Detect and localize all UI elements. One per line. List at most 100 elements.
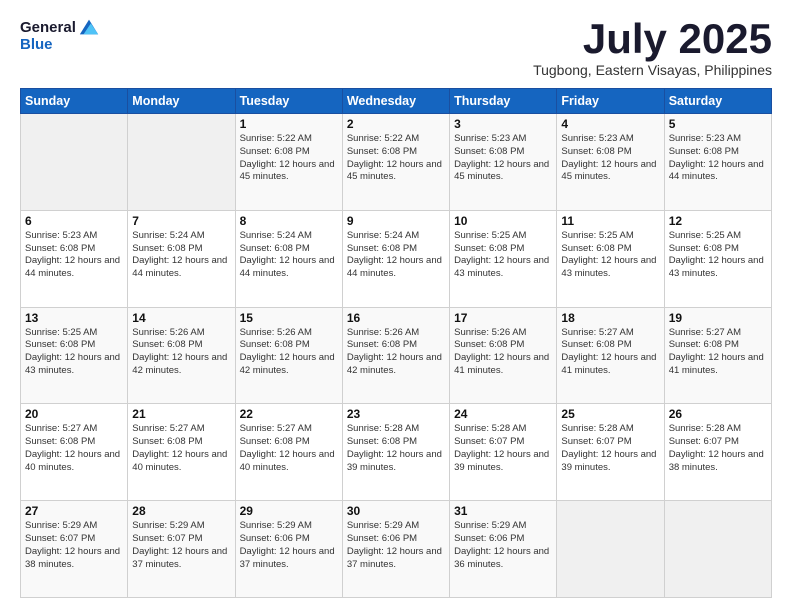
table-row: 11 Sunrise: 5:25 AM Sunset: 6:08 PM Dayli… <box>557 210 664 307</box>
day-info: Sunrise: 5:24 AM Sunset: 6:08 PM Dayligh… <box>240 230 338 281</box>
table-row: 29 Sunrise: 5:29 AM Sunset: 6:06 PM Dayli… <box>235 501 342 598</box>
table-row: 26 Sunrise: 5:28 AM Sunset: 6:07 PM Dayli… <box>664 404 771 501</box>
table-row: 18 Sunrise: 5:27 AM Sunset: 6:08 PM Dayli… <box>557 307 664 404</box>
day-number: 4 <box>561 117 659 131</box>
table-row: 10 Sunrise: 5:25 AM Sunset: 6:08 PM Dayli… <box>450 210 557 307</box>
day-info: Sunrise: 5:28 AM Sunset: 6:07 PM Dayligh… <box>561 423 659 474</box>
day-info: Sunrise: 5:27 AM Sunset: 6:08 PM Dayligh… <box>240 423 338 474</box>
day-number: 14 <box>132 311 230 325</box>
month-title: July 2025 <box>533 18 772 60</box>
day-number: 2 <box>347 117 445 131</box>
table-row: 25 Sunrise: 5:28 AM Sunset: 6:07 PM Dayli… <box>557 404 664 501</box>
day-number: 26 <box>669 407 767 421</box>
table-row: 22 Sunrise: 5:27 AM Sunset: 6:08 PM Dayli… <box>235 404 342 501</box>
table-row: 4Sunrise: 5:23 AM Sunset: 6:08 PM Daylig… <box>557 114 664 211</box>
day-number: 28 <box>132 504 230 518</box>
table-row: 12 Sunrise: 5:25 AM Sunset: 6:08 PM Dayli… <box>664 210 771 307</box>
day-number: 13 <box>25 311 123 325</box>
day-info: Sunrise: 5:26 AM Sunset: 6:08 PM Dayligh… <box>132 327 230 378</box>
table-row <box>557 501 664 598</box>
day-number: 27 <box>25 504 123 518</box>
day-number: 18 <box>561 311 659 325</box>
table-row: 15Sunrise: 5:26 AM Sunset: 6:08 PM Dayli… <box>235 307 342 404</box>
day-info: Sunrise: 5:25 AM Sunset: 6:08 PM Dayligh… <box>561 230 659 281</box>
day-info: Sunrise: 5:22 AM Sunset: 6:08 PM Dayligh… <box>347 133 445 184</box>
col-monday: Monday <box>128 89 235 114</box>
day-number: 8 <box>240 214 338 228</box>
table-row: 19 Sunrise: 5:27 AM Sunset: 6:08 PM Dayli… <box>664 307 771 404</box>
table-row: 27Sunrise: 5:29 AM Sunset: 6:07 PM Dayli… <box>21 501 128 598</box>
day-number: 19 <box>669 311 767 325</box>
calendar-row: 1 Sunrise: 5:22 AM Sunset: 6:08 PM Daylig… <box>21 114 772 211</box>
day-info: Sunrise: 5:22 AM Sunset: 6:08 PM Dayligh… <box>240 133 338 184</box>
day-number: 24 <box>454 407 552 421</box>
day-number: 11 <box>561 214 659 228</box>
col-saturday: Saturday <box>664 89 771 114</box>
location: Tugbong, Eastern Visayas, Philippines <box>533 62 772 78</box>
day-info: Sunrise: 5:27 AM Sunset: 6:08 PM Dayligh… <box>669 327 767 378</box>
table-row: 5Sunrise: 5:23 AM Sunset: 6:08 PM Daylig… <box>664 114 771 211</box>
table-row: 14 Sunrise: 5:26 AM Sunset: 6:08 PM Dayli… <box>128 307 235 404</box>
day-number: 17 <box>454 311 552 325</box>
day-number: 25 <box>561 407 659 421</box>
table-row: 9 Sunrise: 5:24 AM Sunset: 6:08 PM Daylig… <box>342 210 449 307</box>
table-row: 16Sunrise: 5:26 AM Sunset: 6:08 PM Dayli… <box>342 307 449 404</box>
table-row: 17 Sunrise: 5:26 AM Sunset: 6:08 PM Dayli… <box>450 307 557 404</box>
day-number: 29 <box>240 504 338 518</box>
calendar-row: 6Sunrise: 5:23 AM Sunset: 6:08 PM Daylig… <box>21 210 772 307</box>
logo-general-text: General <box>20 19 76 36</box>
logo: General Blue <box>20 18 100 53</box>
day-info: Sunrise: 5:23 AM Sunset: 6:08 PM Dayligh… <box>454 133 552 184</box>
day-info: Sunrise: 5:28 AM Sunset: 6:08 PM Dayligh… <box>347 423 445 474</box>
table-row: 13 Sunrise: 5:25 AM Sunset: 6:08 PM Dayli… <box>21 307 128 404</box>
table-row: 21Sunrise: 5:27 AM Sunset: 6:08 PM Dayli… <box>128 404 235 501</box>
header: General Blue July 2025 Tugbong, Eastern … <box>20 18 772 78</box>
table-row: 2 Sunrise: 5:22 AM Sunset: 6:08 PM Daylig… <box>342 114 449 211</box>
day-info: Sunrise: 5:29 AM Sunset: 6:07 PM Dayligh… <box>132 520 230 571</box>
col-wednesday: Wednesday <box>342 89 449 114</box>
day-number: 10 <box>454 214 552 228</box>
table-row <box>128 114 235 211</box>
table-row: 8 Sunrise: 5:24 AM Sunset: 6:08 PM Daylig… <box>235 210 342 307</box>
day-info: Sunrise: 5:23 AM Sunset: 6:08 PM Dayligh… <box>669 133 767 184</box>
day-number: 22 <box>240 407 338 421</box>
day-info: Sunrise: 5:27 AM Sunset: 6:08 PM Dayligh… <box>132 423 230 474</box>
day-info: Sunrise: 5:25 AM Sunset: 6:08 PM Dayligh… <box>454 230 552 281</box>
day-number: 30 <box>347 504 445 518</box>
day-info: Sunrise: 5:27 AM Sunset: 6:08 PM Dayligh… <box>561 327 659 378</box>
day-info: Sunrise: 5:25 AM Sunset: 6:08 PM Dayligh… <box>669 230 767 281</box>
table-row: 31Sunrise: 5:29 AM Sunset: 6:06 PM Dayli… <box>450 501 557 598</box>
day-number: 9 <box>347 214 445 228</box>
calendar-row: 27 Sunrise: 5:29 AM Sunset: 6:07 PM Dayli… <box>21 501 772 598</box>
col-sunday: Sunday <box>21 89 128 114</box>
table-row: 1 Sunrise: 5:22 AM Sunset: 6:08 PM Daylig… <box>235 114 342 211</box>
logo-blue-text: Blue <box>20 36 100 53</box>
day-number: 12 <box>669 214 767 228</box>
day-number: 16 <box>347 311 445 325</box>
day-info: Sunrise: 5:26 AM Sunset: 6:08 PM Dayligh… <box>454 327 552 378</box>
title-block: July 2025 Tugbong, Eastern Visayas, Phil… <box>533 18 772 78</box>
calendar-row: 13 Sunrise: 5:25 AM Sunset: 6:08 PM Dayli… <box>21 307 772 404</box>
calendar-header-row: Sunday Monday Tuesday Wednesday Thursday… <box>21 89 772 114</box>
day-number: 6 <box>25 214 123 228</box>
col-friday: Friday <box>557 89 664 114</box>
day-number: 1 <box>240 117 338 131</box>
day-info: Sunrise: 5:25 AM Sunset: 6:08 PM Dayligh… <box>25 327 123 378</box>
table-row <box>664 501 771 598</box>
day-number: 23 <box>347 407 445 421</box>
day-info: Sunrise: 5:28 AM Sunset: 6:07 PM Dayligh… <box>454 423 552 474</box>
logo-icon <box>78 16 100 38</box>
table-row: 6Sunrise: 5:23 AM Sunset: 6:08 PM Daylig… <box>21 210 128 307</box>
col-tuesday: Tuesday <box>235 89 342 114</box>
table-row: 23 Sunrise: 5:28 AM Sunset: 6:08 PM Dayli… <box>342 404 449 501</box>
col-thursday: Thursday <box>450 89 557 114</box>
table-row: 24 Sunrise: 5:28 AM Sunset: 6:07 PM Dayli… <box>450 404 557 501</box>
day-info: Sunrise: 5:28 AM Sunset: 6:07 PM Dayligh… <box>669 423 767 474</box>
day-number: 15 <box>240 311 338 325</box>
table-row: 30 Sunrise: 5:29 AM Sunset: 6:06 PM Dayli… <box>342 501 449 598</box>
day-info: Sunrise: 5:29 AM Sunset: 6:06 PM Dayligh… <box>240 520 338 571</box>
day-number: 20 <box>25 407 123 421</box>
table-row: 28 Sunrise: 5:29 AM Sunset: 6:07 PM Dayli… <box>128 501 235 598</box>
day-info: Sunrise: 5:24 AM Sunset: 6:08 PM Dayligh… <box>347 230 445 281</box>
day-info: Sunrise: 5:29 AM Sunset: 6:06 PM Dayligh… <box>347 520 445 571</box>
